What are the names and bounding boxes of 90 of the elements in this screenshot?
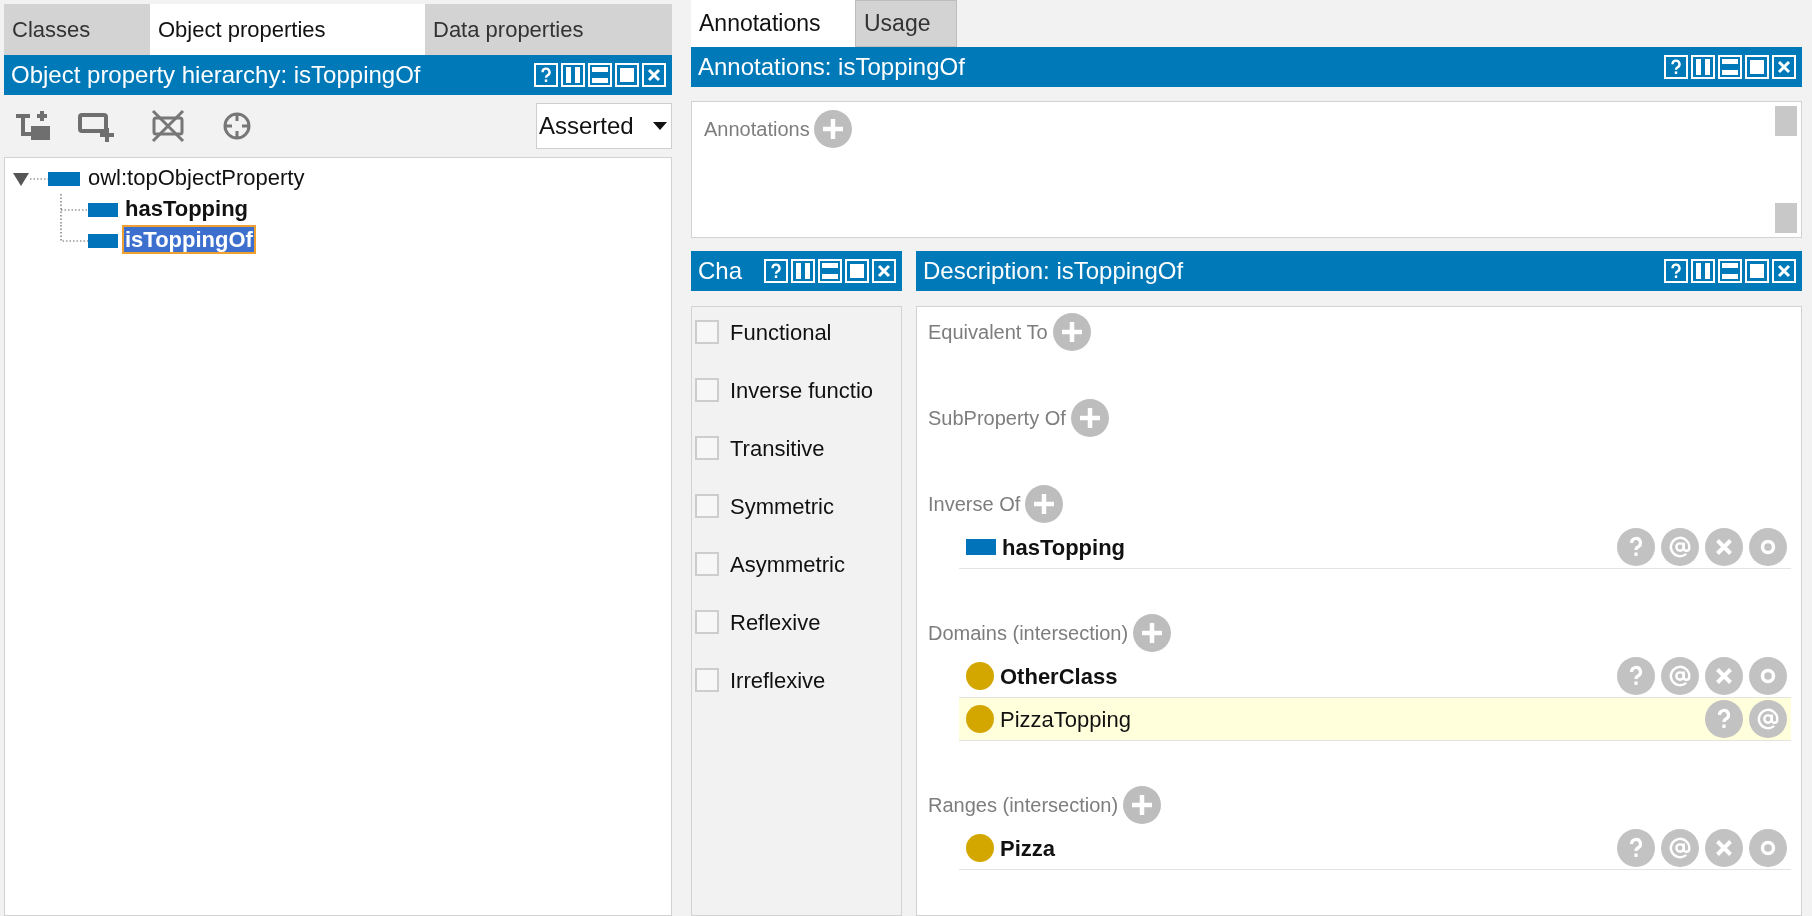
section-label: Ranges (intersection)	[928, 793, 1119, 818]
maximize-icon[interactable]	[845, 259, 869, 283]
split-horizontal-icon[interactable]	[588, 63, 612, 87]
class-icon	[966, 834, 994, 862]
add-icon[interactable]	[1133, 614, 1172, 652]
class-icon	[966, 662, 994, 690]
tab[interactable]: Usage	[855, 0, 957, 47]
view-dropdown[interactable]: Asserted	[536, 103, 672, 149]
split-vertical-icon[interactable]	[791, 259, 815, 283]
checkbox[interactable]	[695, 610, 719, 634]
target-icon[interactable]	[222, 111, 252, 141]
tree-connector	[30, 176, 48, 181]
section-label: Inverse Of	[928, 492, 1021, 517]
split-vertical-icon[interactable]	[1691, 55, 1715, 79]
add-icon[interactable]	[1025, 485, 1064, 523]
class-icon	[966, 705, 994, 733]
property-icon	[88, 202, 118, 217]
section-label: SubProperty Of	[928, 406, 1066, 431]
entity-label: PizzaTopping	[1000, 705, 1131, 734]
checkbox[interactable]	[695, 494, 719, 518]
tab[interactable]: Classes	[4, 4, 150, 55]
checkbox[interactable]	[695, 378, 719, 402]
checkbox[interactable]	[695, 436, 719, 460]
add-icon[interactable]	[813, 110, 852, 148]
split-horizontal-icon[interactable]	[1718, 259, 1742, 283]
entity-label: Pizza	[1000, 834, 1056, 863]
section-label: Equivalent To	[928, 320, 1048, 345]
entity-label: OtherClass	[1000, 662, 1118, 691]
maximize-icon[interactable]	[615, 63, 639, 87]
tree-node-label[interactable]: owl:topObjectProperty	[87, 165, 306, 190]
checkbox[interactable]	[695, 668, 719, 692]
property-icon	[966, 539, 996, 555]
split-horizontal-icon[interactable]	[818, 259, 842, 283]
at-sign-icon[interactable]	[1661, 657, 1699, 695]
at-sign-icon[interactable]	[1661, 829, 1699, 867]
checkbox-label: Inverse functio	[730, 376, 874, 405]
property-icon	[48, 171, 80, 186]
close-icon[interactable]	[642, 63, 666, 87]
frame-item[interactable]: Pizza	[959, 827, 1791, 870]
frame-item[interactable]: PizzaTopping	[959, 698, 1791, 741]
add-icon[interactable]	[1123, 786, 1162, 824]
close-icon[interactable]	[872, 259, 896, 283]
frame-item[interactable]: hasTopping	[959, 526, 1791, 569]
split-vertical-icon[interactable]	[1691, 259, 1715, 283]
split-vertical-icon[interactable]	[561, 63, 585, 87]
checkbox[interactable]	[695, 320, 719, 344]
add-icon[interactable]	[1070, 399, 1109, 437]
checkbox-label: Functional	[730, 318, 832, 347]
checkbox-label: Symmetric	[730, 492, 834, 521]
frame-item[interactable]: OtherClass	[959, 655, 1791, 698]
split-horizontal-icon[interactable]	[1718, 55, 1742, 79]
panel-title: Cha	[697, 256, 743, 286]
tree-node-label[interactable]: isToppingOf	[124, 227, 254, 252]
entity-label: hasTopping	[1002, 533, 1126, 562]
panel-title: Annotations: isToppingOf	[697, 52, 965, 82]
help-icon[interactable]	[534, 63, 558, 87]
delete-icon[interactable]	[1705, 829, 1743, 867]
ring-icon[interactable]	[1749, 657, 1787, 695]
scrollbar-button[interactable]	[1775, 106, 1797, 136]
panel-title: Object property hierarchy: isToppingOf	[10, 60, 421, 90]
at-sign-icon[interactable]	[1661, 528, 1699, 566]
checkbox-label: Reflexive	[730, 608, 821, 637]
close-icon[interactable]	[1772, 259, 1796, 283]
help-icon[interactable]	[1664, 55, 1688, 79]
property-icon	[88, 233, 118, 248]
expand-triangle-icon[interactable]	[12, 170, 30, 187]
section-label: Domains (intersection)	[928, 621, 1129, 646]
help-icon[interactable]	[1664, 259, 1688, 283]
add-icon[interactable]	[1052, 313, 1091, 351]
at-sign-icon[interactable]	[1749, 700, 1787, 738]
delete-icon[interactable]	[1705, 528, 1743, 566]
panel-title: Description: isToppingOf	[922, 256, 1184, 286]
scrollbar-button[interactable]	[1775, 203, 1797, 233]
maximize-icon[interactable]	[1745, 259, 1769, 283]
close-icon[interactable]	[1772, 55, 1796, 79]
tab[interactable]: Object properties	[150, 4, 425, 55]
tab[interactable]: Data properties	[425, 4, 672, 55]
checkbox-label: Irreflexive	[730, 666, 826, 695]
section-label: Annotations	[704, 117, 810, 142]
maximize-icon[interactable]	[1745, 55, 1769, 79]
tab[interactable]: Annotations	[691, 0, 855, 47]
delete-icon[interactable]	[1705, 657, 1743, 695]
help-icon[interactable]	[764, 259, 788, 283]
caret-icon	[653, 122, 667, 130]
checkbox-label: Transitive	[730, 434, 825, 463]
checkbox[interactable]	[695, 552, 719, 576]
tree-node-label[interactable]: hasTopping	[124, 196, 250, 221]
ring-icon[interactable]	[1749, 829, 1787, 867]
ring-icon[interactable]	[1749, 528, 1787, 566]
checkbox-label: Asymmetric	[730, 550, 845, 579]
